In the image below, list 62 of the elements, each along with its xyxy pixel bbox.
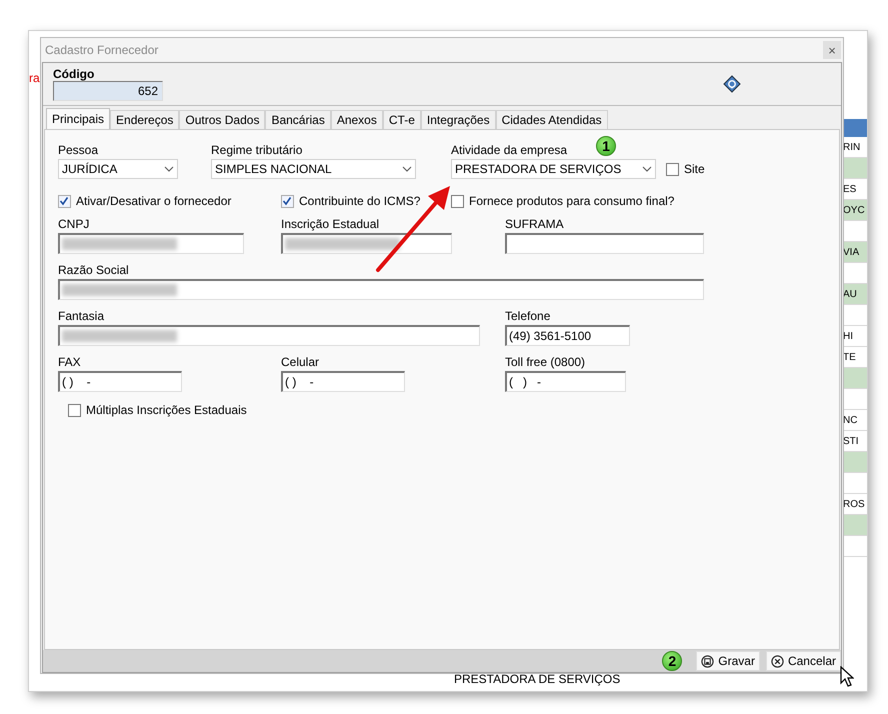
help-icon[interactable] [723, 75, 741, 93]
input-field[interactable]: ( ) - [505, 371, 626, 392]
checkbox-label: Site [684, 162, 705, 176]
checkbox-label: Fornece produtos para consumo final? [469, 194, 674, 208]
tab[interactable]: Principais [46, 108, 110, 129]
dropdown[interactable]: SIMPLES NACIONAL [211, 159, 416, 179]
input-field[interactable] [58, 279, 704, 300]
checkbox-label: Contribuinte do ICMS? [299, 194, 420, 208]
close-icon [770, 654, 784, 668]
checkbox[interactable] [451, 194, 464, 208]
tab[interactable]: Endereços [110, 110, 180, 129]
checkbox[interactable] [68, 404, 81, 416]
chevron-down-icon [642, 166, 652, 172]
tab[interactable]: Integrações [420, 110, 496, 129]
field-label: Fantasia [58, 309, 104, 323]
dropdown[interactable]: PRESTADORA DE SERVIÇOS [451, 159, 656, 179]
checkbox[interactable] [281, 194, 294, 208]
field-label: CNPJ [58, 217, 90, 231]
mouse-cursor-icon [840, 666, 854, 688]
table-cell: PRESTADORA DE SERVIÇOS [454, 672, 620, 686]
field-label: Pessoa [58, 143, 98, 157]
save-icon [701, 654, 714, 668]
field-label: Celular [281, 355, 320, 369]
cancel-button[interactable]: Cancelar [766, 651, 841, 671]
save-button[interactable]: Gravar [696, 651, 760, 671]
close-button[interactable]: × [823, 41, 841, 59]
checkbox[interactable] [666, 162, 679, 176]
checkbox-label: Múltiplas Inscrições Estaduais [86, 403, 247, 417]
input-field[interactable]: (49) 3561-5100 [505, 325, 630, 346]
code-field[interactable]: 652 [53, 81, 163, 101]
input-field[interactable] [505, 233, 704, 254]
window-title: Cadastro Fornecedor [45, 43, 158, 57]
field-label: SUFRAMA [505, 217, 564, 231]
tab[interactable]: CT-e [382, 110, 421, 129]
field-label: FAX [58, 355, 81, 369]
input-field[interactable] [58, 233, 244, 254]
input-field[interactable] [58, 325, 480, 346]
table-row: VIA [843, 242, 867, 263]
dropdown[interactable]: JURÍDICA [58, 159, 178, 179]
tab[interactable]: Bancárias [265, 110, 331, 129]
field-label: Inscrição Estadual [281, 217, 380, 231]
tab[interactable]: Cidades Atendidas [496, 110, 608, 129]
table-row: AU [843, 284, 867, 305]
checkbox[interactable] [58, 194, 71, 208]
chevron-down-icon [402, 166, 412, 172]
checkbox-label: Ativar/Desativar o fornecedor [76, 194, 232, 208]
field-label: Razão Social [58, 263, 129, 277]
input-field[interactable]: ( ) - [58, 371, 182, 392]
input-field[interactable]: ( ) - [281, 371, 405, 392]
input-field[interactable] [281, 233, 452, 254]
field-label: Regime tributário [211, 143, 302, 157]
table-header [843, 119, 867, 137]
table-cell: ra [29, 71, 40, 85]
table-row: OYC [843, 200, 867, 221]
field-label: Atividade da empresa [451, 143, 568, 157]
chevron-down-icon [164, 166, 174, 172]
tab[interactable]: Outros Dados [179, 110, 266, 129]
field-label: Toll free (0800) [505, 355, 586, 369]
field-label: Telefone [505, 309, 550, 323]
tab[interactable]: Anexos [330, 110, 383, 129]
step-badge: 2 [662, 651, 682, 671]
field-label: Código [53, 67, 96, 81]
